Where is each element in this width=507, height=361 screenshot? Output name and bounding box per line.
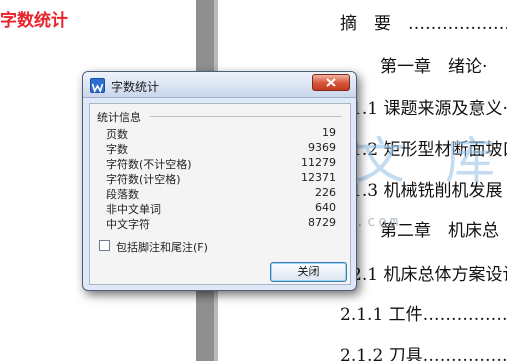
stat-label: 段落数 [106, 188, 139, 201]
stat-label: 非中文单词 [106, 203, 161, 216]
stat-label: 字符数(不计空格) [106, 158, 192, 171]
include-footnotes-checkbox[interactable] [99, 240, 110, 251]
stat-value: 11279 [301, 156, 336, 169]
doc-line-1-2: 1.2 矩形型材断面坡口 [351, 140, 507, 160]
doc-line-1-3: 1.3 机械铣削机发展 [351, 181, 503, 201]
stat-label: 字符数(计空格) [106, 173, 181, 186]
doc-line-chapter-1: 第一章 绪论· [380, 57, 488, 77]
stat-value: 8729 [308, 216, 336, 229]
stat-value: 12371 [301, 171, 336, 184]
dialog-title: 字数统计 [111, 80, 160, 94]
dialog-close-button[interactable] [312, 74, 350, 91]
stat-row-pages: 页数 19 [106, 126, 338, 141]
word-count-dialog: 字数统计 统计信息 页数 19 字数 9369 字符数(不计空格) 11279 … [82, 71, 357, 291]
doc-line-1-1: 1.1 课题来源及意义· [351, 99, 507, 119]
wps-app-icon [90, 78, 105, 94]
close-dialog-button[interactable]: 关闭 [270, 262, 347, 282]
stat-row-paragraphs: 段落数 226 [106, 186, 338, 201]
stat-value: 226 [315, 186, 336, 199]
stat-row-non-chinese-words: 非中文单词 640 [106, 201, 338, 216]
doc-line-chapter-2: 第二章 机床总 [380, 221, 499, 241]
stat-label: 字数 [106, 143, 128, 156]
stat-row-chinese-chars: 中文字符 8729 [106, 216, 338, 231]
doc-line-abstract: 摘 要 ………………… [340, 14, 507, 34]
dialog-titlebar[interactable]: 字数统计 [83, 72, 356, 98]
section-divider [150, 116, 342, 117]
doc-line-2-1-1: 2.1.1 工件…………… [340, 305, 507, 325]
doc-line-2-1: 2.1 机床总体方案设计 [351, 265, 507, 285]
stat-label: 页数 [106, 128, 128, 141]
stat-value: 19 [322, 126, 336, 139]
stat-row-chars-with-spaces: 字符数(计空格) 12371 [106, 171, 338, 186]
stat-row-chars-no-spaces: 字符数(不计空格) 11279 [106, 156, 338, 171]
close-icon [326, 78, 336, 87]
dialog-body: 统计信息 页数 19 字数 9369 字符数(不计空格) 11279 字符数(计… [89, 103, 351, 285]
section-stats-title: 统计信息 [97, 111, 141, 124]
include-footnotes-label[interactable]: 包括脚注和尾注(F) [116, 239, 208, 255]
stat-row-words: 字数 9369 [106, 141, 338, 156]
stat-value: 640 [315, 201, 336, 214]
doc-line-2-1-2: 2.1.2 刀具…………… [340, 346, 507, 361]
stat-value: 9369 [308, 141, 336, 154]
stat-label: 中文字符 [106, 218, 150, 231]
